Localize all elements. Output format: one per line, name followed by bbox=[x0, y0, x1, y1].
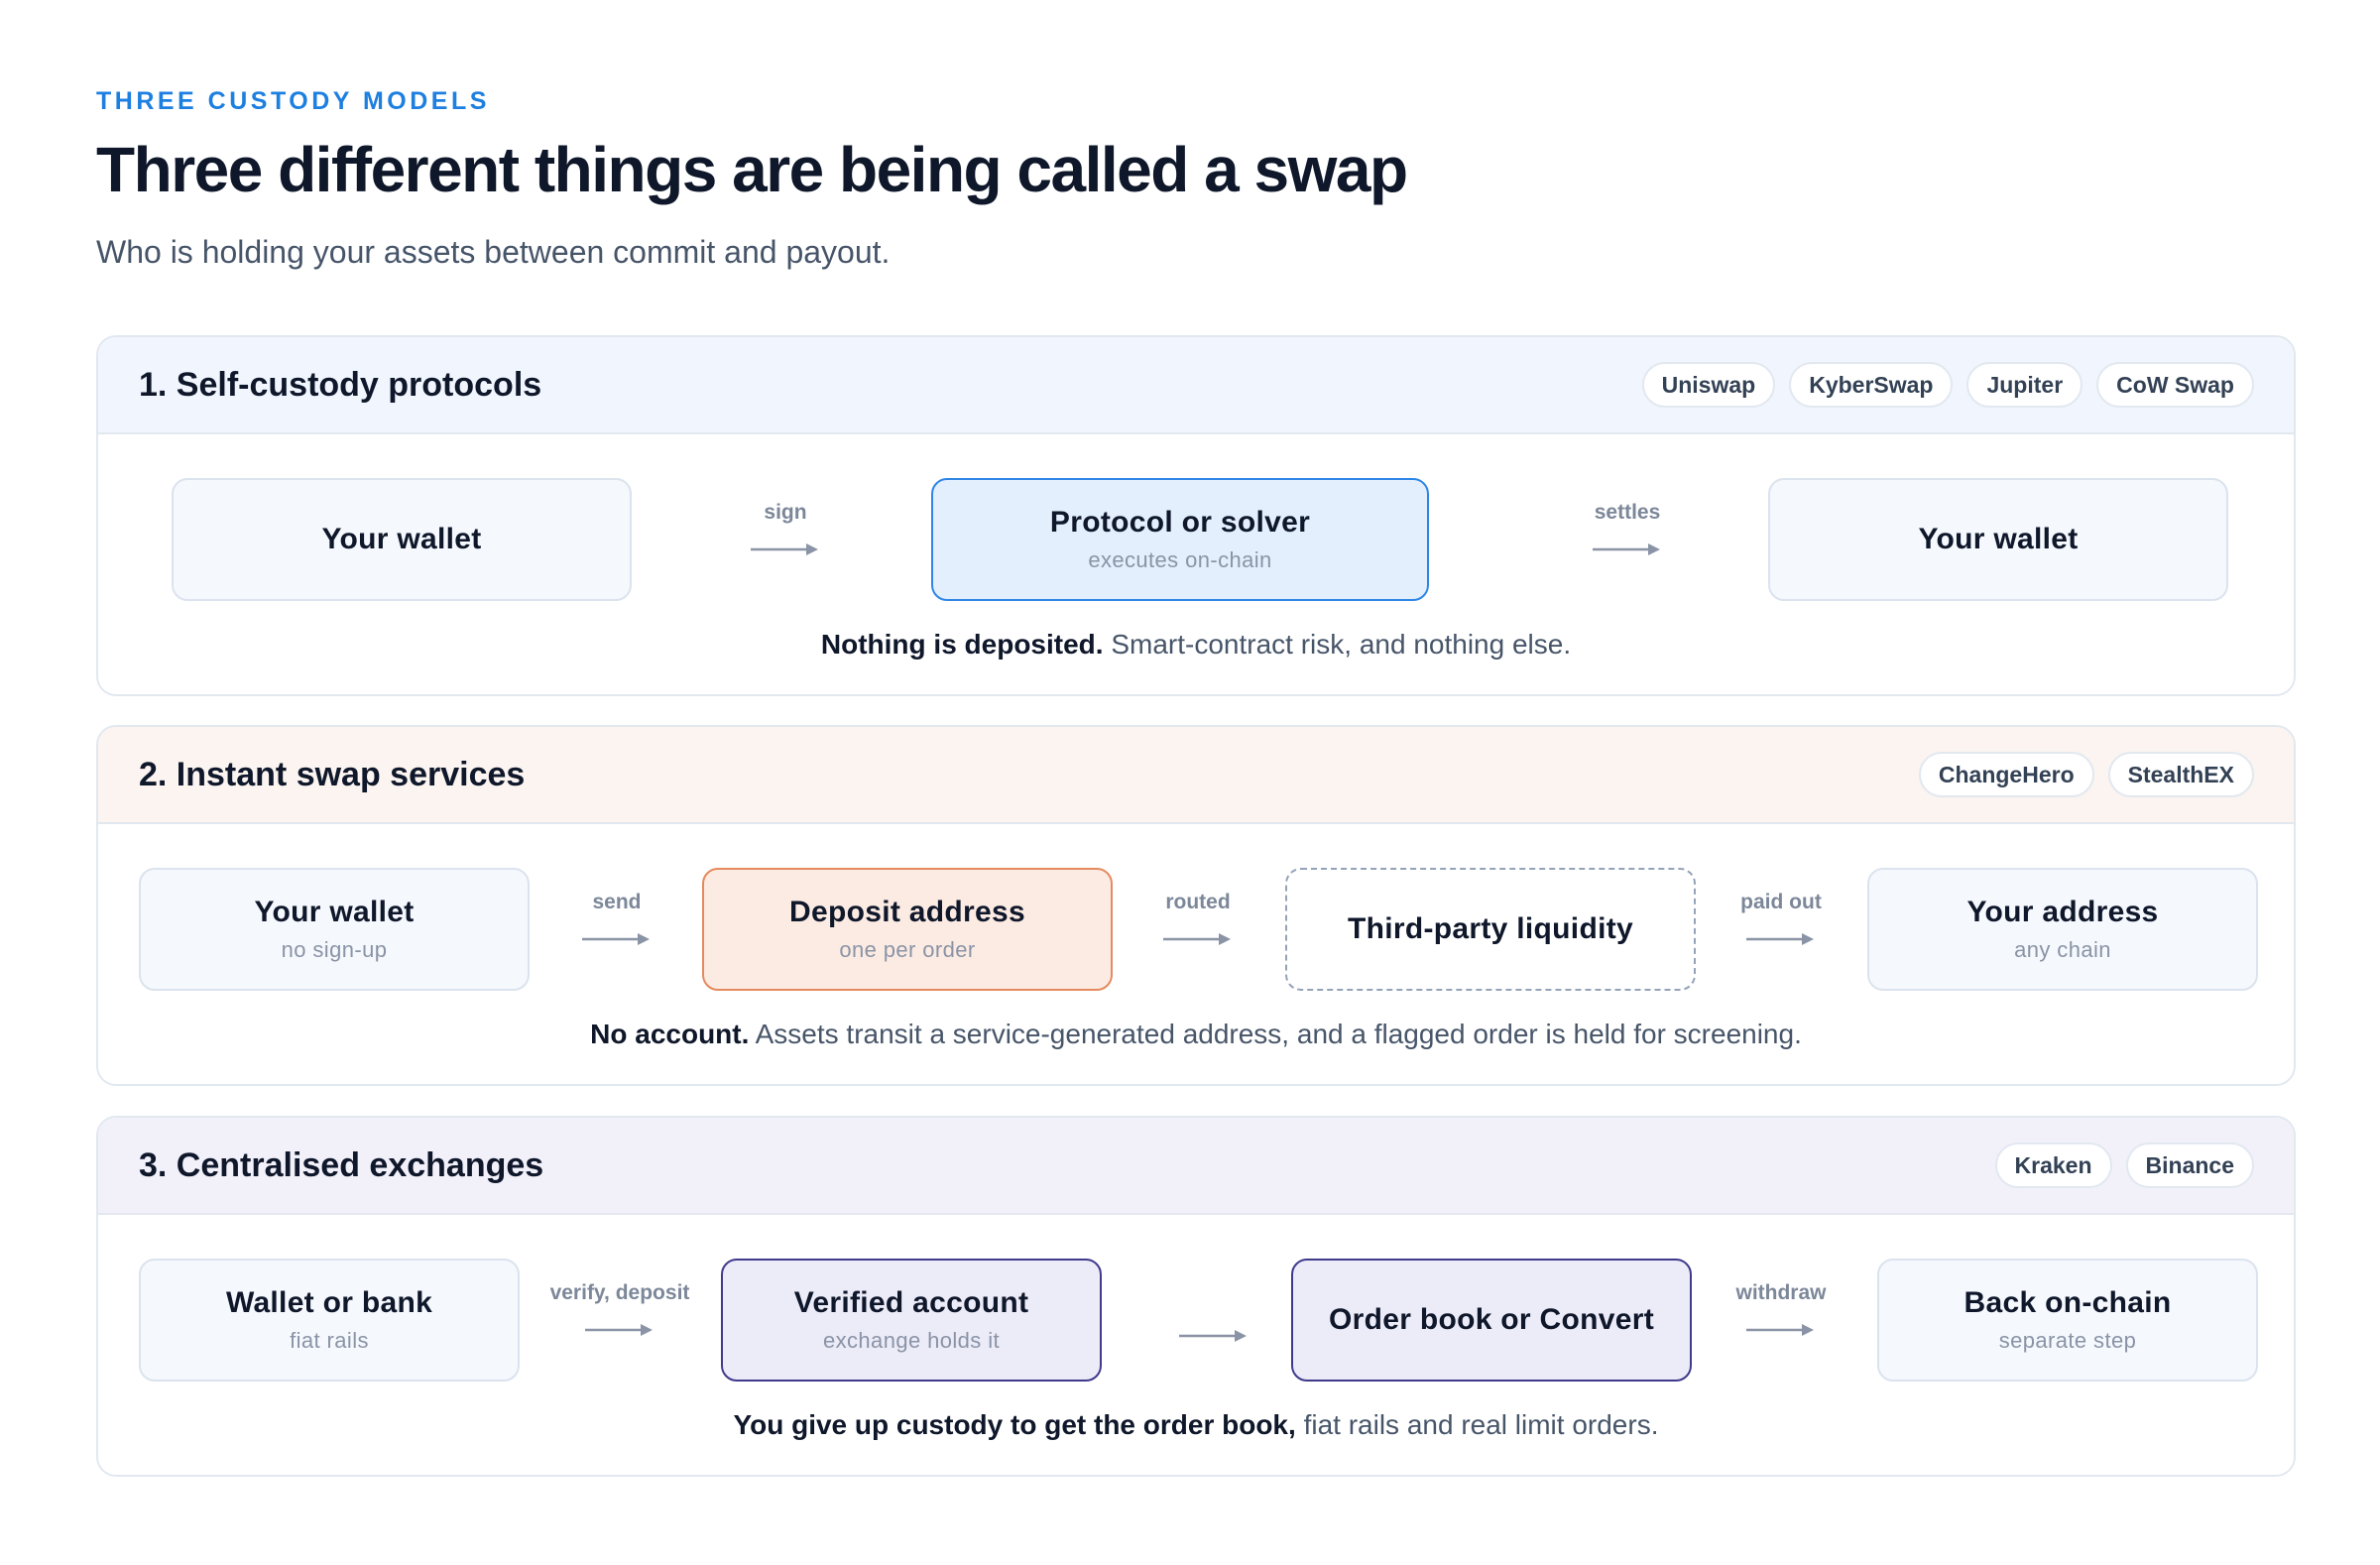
example-chips: Kraken Binance bbox=[1994, 1143, 2254, 1188]
node-sublabel: separate step bbox=[1998, 1328, 2137, 1353]
connector-send: send bbox=[562, 888, 671, 967]
note-text: Assets transit a service-generated addre… bbox=[749, 1019, 1802, 1049]
arrow-right-icon bbox=[1179, 1330, 1247, 1342]
node-label: Protocol or solver bbox=[1049, 506, 1311, 539]
panel-note: Nothing is deposited. Smart-contract ris… bbox=[98, 629, 2294, 661]
connector-label: settles bbox=[1594, 501, 1661, 524]
connector-paid-out: paid out bbox=[1726, 888, 1836, 967]
panel-header: 3. Centralised exchanges Kraken Binance bbox=[98, 1118, 2294, 1215]
node-your-wallet-source: Your wallet bbox=[172, 478, 632, 601]
page-title: Three different things are being called … bbox=[96, 134, 1408, 205]
connector-label: routed bbox=[1165, 891, 1231, 913]
example-chips: Uniswap KyberSwap Jupiter CoW Swap bbox=[1641, 362, 2254, 408]
note-emphasis: No account. bbox=[590, 1019, 750, 1049]
node-label: Order book or Convert bbox=[1328, 1303, 1654, 1336]
flow-row: Your wallet sign Protocol or solver exec… bbox=[98, 434, 2294, 694]
chip-changehero: ChangeHero bbox=[1918, 752, 2094, 797]
panel-title: 3. Centralised exchanges bbox=[139, 1145, 544, 1184]
eyebrow-label: THREE CUSTODY MODELS bbox=[96, 87, 490, 115]
node-label: Your wallet bbox=[1918, 523, 2079, 555]
node-verified-account: Verified account exchange holds it bbox=[721, 1259, 1102, 1382]
note-text: Smart-contract risk, and nothing else. bbox=[1103, 629, 1572, 660]
flow-row: Wallet or bank fiat rails verify, deposi… bbox=[98, 1215, 2294, 1475]
node-label: Your address bbox=[1966, 896, 2159, 928]
node-sublabel: executes on-chain bbox=[1088, 547, 1272, 572]
note-emphasis: Nothing is deposited. bbox=[820, 629, 1104, 660]
node-label: Back on-chain bbox=[1964, 1286, 2172, 1319]
node-third-party-liquidity: Third-party liquidity bbox=[1285, 868, 1696, 991]
panel-note: No account. Assets transit a service-gen… bbox=[98, 1019, 2294, 1050]
node-label: Wallet or bank bbox=[225, 1286, 433, 1319]
node-order-book-or-convert: Order book or Convert bbox=[1291, 1259, 1692, 1382]
connector-withdraw: withdraw bbox=[1726, 1278, 1836, 1358]
panel-centralised-exchanges: 3. Centralised exchanges Kraken Binance … bbox=[96, 1116, 2296, 1477]
note-text: fiat rails and real limit orders. bbox=[1295, 1409, 1659, 1440]
connector-label: paid out bbox=[1740, 891, 1822, 913]
arrow-right-icon bbox=[1163, 933, 1231, 945]
flow-row: Your wallet no sign-up send Deposit addr… bbox=[98, 824, 2294, 1084]
node-label: Your wallet bbox=[321, 523, 482, 555]
connector-settles: settles bbox=[1573, 498, 1682, 577]
node-sublabel: one per order bbox=[839, 937, 976, 962]
arrow-right-icon bbox=[582, 933, 650, 945]
node-sublabel: exchange holds it bbox=[822, 1328, 1001, 1353]
chip-stealthex: StealthEX bbox=[2107, 752, 2254, 797]
panel-title: 2. Instant swap services bbox=[139, 755, 526, 793]
page-subtitle: Who is holding your assets between commi… bbox=[96, 234, 891, 270]
node-sublabel: fiat rails bbox=[290, 1328, 369, 1353]
panel-title: 1. Self-custody protocols bbox=[139, 365, 542, 404]
panel-note: You give up custody to get the order boo… bbox=[98, 1409, 2294, 1441]
arrow-right-icon bbox=[751, 543, 818, 555]
panel-self-custody: 1. Self-custody protocols Uniswap KyberS… bbox=[96, 335, 2296, 696]
connector-label: sign bbox=[764, 501, 807, 524]
node-label: Deposit address bbox=[789, 896, 1025, 928]
node-protocol-or-solver: Protocol or solver executes on-chain bbox=[931, 478, 1429, 601]
node-your-wallet-destination: Your wallet bbox=[1768, 478, 2228, 601]
node-label: Your wallet bbox=[254, 896, 415, 928]
chip-binance: Binance bbox=[2125, 1143, 2254, 1188]
node-sublabel: any chain bbox=[2014, 937, 2111, 962]
node-back-on-chain: Back on-chain separate step bbox=[1877, 1259, 2258, 1382]
panel-header: 2. Instant swap services ChangeHero Stea… bbox=[98, 727, 2294, 824]
connector-label: verify, deposit bbox=[549, 1281, 690, 1304]
arrow-right-icon bbox=[1593, 543, 1660, 555]
arrow-right-icon bbox=[1746, 1324, 1814, 1336]
connector-sign: sign bbox=[731, 498, 840, 577]
node-your-address: Your address any chain bbox=[1867, 868, 2258, 991]
chip-cow-swap: CoW Swap bbox=[2096, 362, 2254, 408]
arrow-right-icon bbox=[1746, 933, 1814, 945]
chip-kraken: Kraken bbox=[1994, 1143, 2112, 1188]
chip-uniswap: Uniswap bbox=[1641, 362, 1776, 408]
chip-jupiter: Jupiter bbox=[1966, 362, 2083, 408]
node-sublabel: no sign-up bbox=[281, 937, 388, 962]
note-emphasis: You give up custody to get the order boo… bbox=[733, 1409, 1296, 1440]
node-your-wallet: Your wallet no sign-up bbox=[139, 868, 530, 991]
connector-label: send bbox=[592, 891, 642, 913]
panel-header: 1. Self-custody protocols Uniswap KyberS… bbox=[98, 337, 2294, 434]
node-label: Third-party liquidity bbox=[1348, 912, 1633, 945]
node-label: Verified account bbox=[793, 1286, 1029, 1319]
node-wallet-or-bank: Wallet or bank fiat rails bbox=[139, 1259, 520, 1382]
panel-instant-swap: 2. Instant swap services ChangeHero Stea… bbox=[96, 725, 2296, 1086]
connector-label: withdraw bbox=[1735, 1281, 1827, 1304]
arrow-right-icon bbox=[585, 1324, 653, 1336]
connector-unlabeled bbox=[1159, 1278, 1268, 1358]
connector-verify-deposit: verify, deposit bbox=[540, 1278, 699, 1358]
example-chips: ChangeHero StealthEX bbox=[1918, 752, 2254, 797]
node-deposit-address: Deposit address one per order bbox=[702, 868, 1113, 991]
connector-routed: routed bbox=[1143, 888, 1252, 967]
chip-kyberswap: KyberSwap bbox=[1789, 362, 1954, 408]
